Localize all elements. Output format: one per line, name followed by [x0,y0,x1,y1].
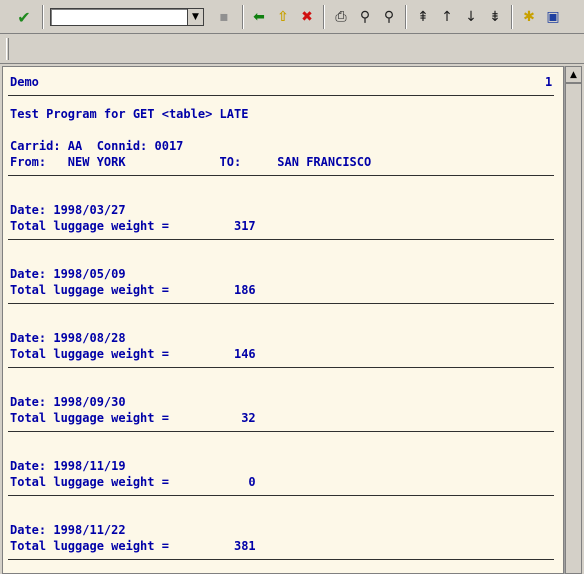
list-header-title: Demo [10,75,39,89]
entry-rule [8,495,554,496]
vertical-scrollbar[interactable]: ▲ [564,66,582,574]
find-next-icon[interactable]: ⚲ [379,7,399,27]
entry-rule [8,367,554,368]
print-icon[interactable]: ⎙ [331,7,351,27]
entry-date: Date: 1998/08/28 [10,331,126,345]
entry-weight: Total luggage weight = 381 [10,539,256,553]
program-title: Test Program for GET <table> LATE [10,107,249,121]
entry-date: Date: 1998/03/27 [10,203,126,217]
entry-weight: Total luggage weight = 146 [10,347,256,361]
section-rule [8,175,554,176]
header-rule [8,95,554,96]
toolbar-separator [511,5,513,29]
toolbar-separator [242,5,244,29]
entry-weight: Total luggage weight = 32 [10,411,256,425]
toolbar-separator [323,5,325,29]
entry-rule [8,559,554,560]
system-toolbar: ✔ ▼ ▪ ⬅ ⇧ ✖ ⎙ ⚲ ⚲ ⇞ ↑ ↓ ⇟ ✱ ▣ [0,0,584,34]
back-icon[interactable]: ⬅ [249,7,269,27]
chevron-down-icon[interactable]: ▼ [187,8,204,26]
entry-rule [8,239,554,240]
entry-date: Date: 1998/09/30 [10,395,126,409]
entry-rule [8,303,554,304]
find-icon[interactable]: ⚲ [355,7,375,27]
list-output: Demo 1 Test Program for GET <table> LATE… [2,66,564,574]
new-session-icon[interactable]: ✱ [519,7,539,27]
shortcut-icon[interactable]: ▣ [543,7,563,27]
prev-page-icon[interactable]: ↑ [437,7,457,27]
check-icon[interactable]: ✔ [14,7,34,27]
next-page-icon[interactable]: ↓ [461,7,481,27]
toolbar-separator [42,5,44,29]
application-toolbar [0,34,584,64]
entry-date: Date: 1998/11/19 [10,459,126,473]
entry-date: Date: 1998/05/09 [10,267,126,281]
command-field[interactable] [50,8,188,26]
scroll-up-icon[interactable]: ▲ [565,66,582,83]
last-page-icon[interactable]: ⇟ [485,7,505,27]
entry-weight: Total luggage weight = 317 [10,219,256,233]
toolbar-grip [6,38,9,60]
first-page-icon[interactable]: ⇞ [413,7,433,27]
from-to-line: From: NEW YORK TO: SAN FRANCISCO [10,155,372,169]
carrid-line: Carrid: AA Connid: 0017 [10,139,184,153]
toolbar-separator [405,5,407,29]
save-icon[interactable]: ▪ [214,7,234,27]
scrollbar-thumb[interactable] [565,83,582,574]
exit-icon[interactable]: ⇧ [273,7,293,27]
entry-weight: Total luggage weight = 186 [10,283,256,297]
entry-rule [8,431,554,432]
page-number: 1 [545,75,553,89]
entry-date: Date: 1998/11/22 [10,523,126,537]
entry-weight: Total luggage weight = 0 [10,475,256,489]
cancel-icon[interactable]: ✖ [297,7,317,27]
